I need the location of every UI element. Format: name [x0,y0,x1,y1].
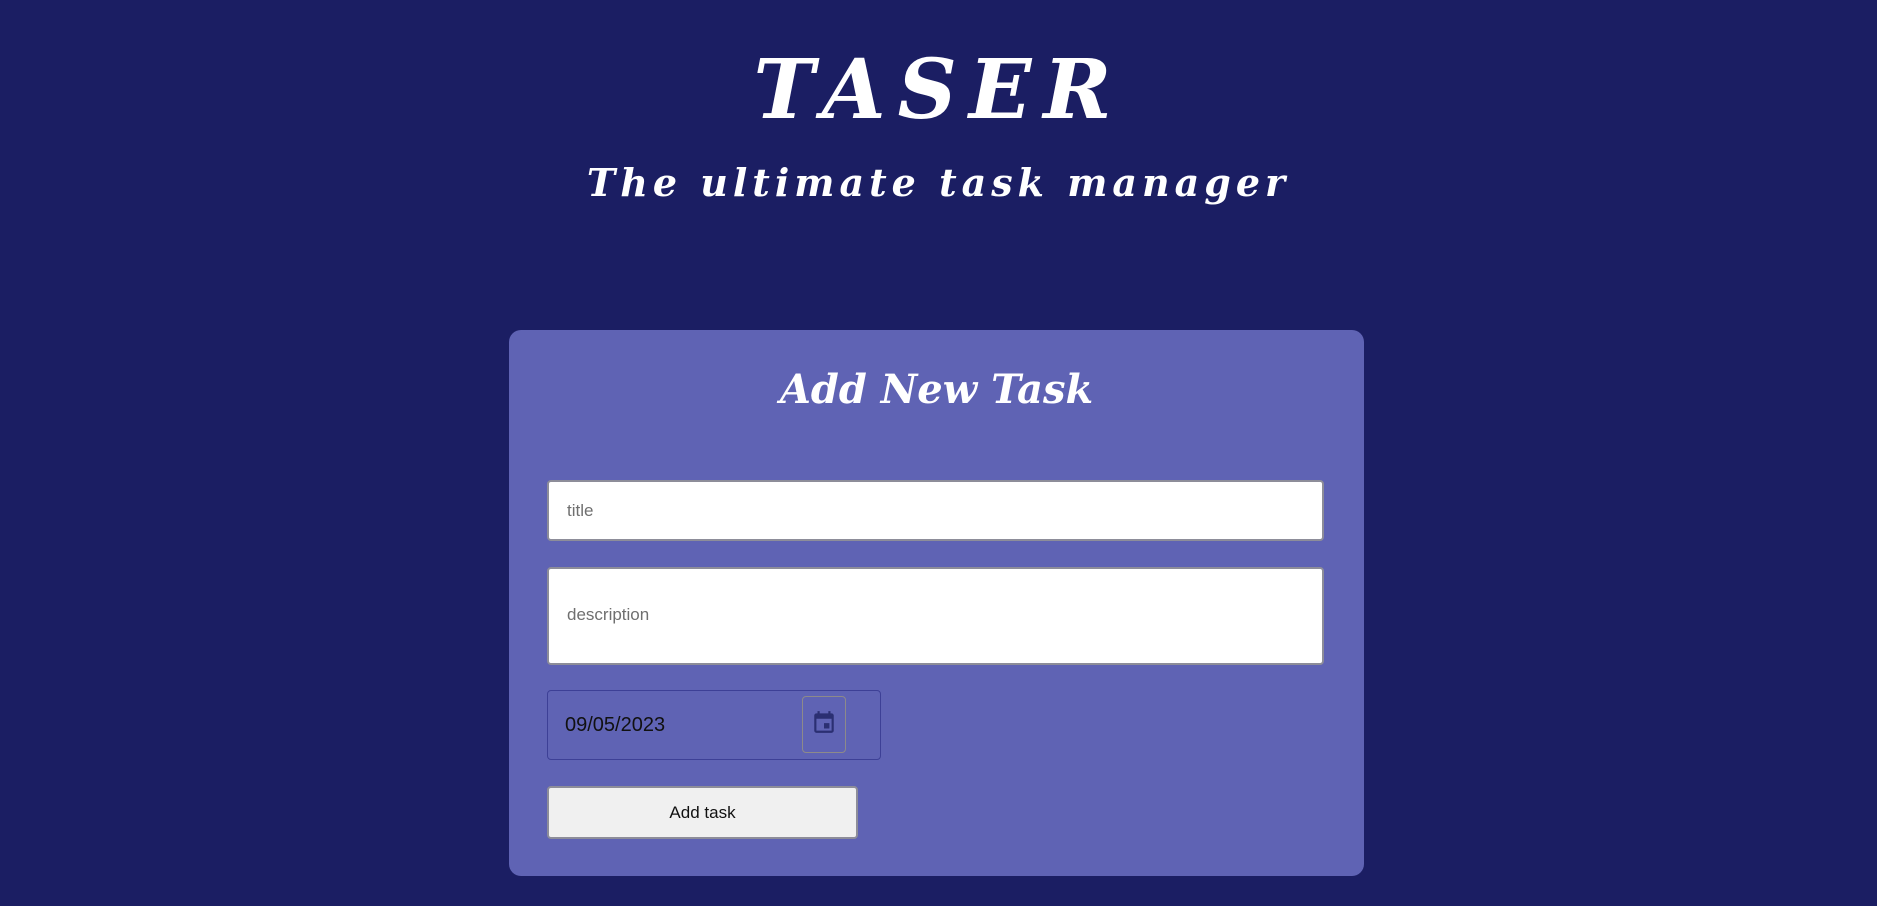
add-task-button[interactable]: Add task [547,786,858,839]
app-subtitle: The ultimate task manager [586,160,1291,205]
date-value: 09/05/2023 [565,714,666,736]
description-input[interactable] [547,567,1324,665]
calendar-icon [811,708,837,741]
date-input[interactable]: 09/05/2023 [547,690,881,760]
app-title: TASER [753,42,1124,138]
card-title: Add New Task [779,366,1094,413]
calendar-button[interactable] [802,696,846,753]
title-input[interactable] [547,480,1324,541]
add-task-card: Add New Task 09/05/2023 Add task [509,330,1364,876]
